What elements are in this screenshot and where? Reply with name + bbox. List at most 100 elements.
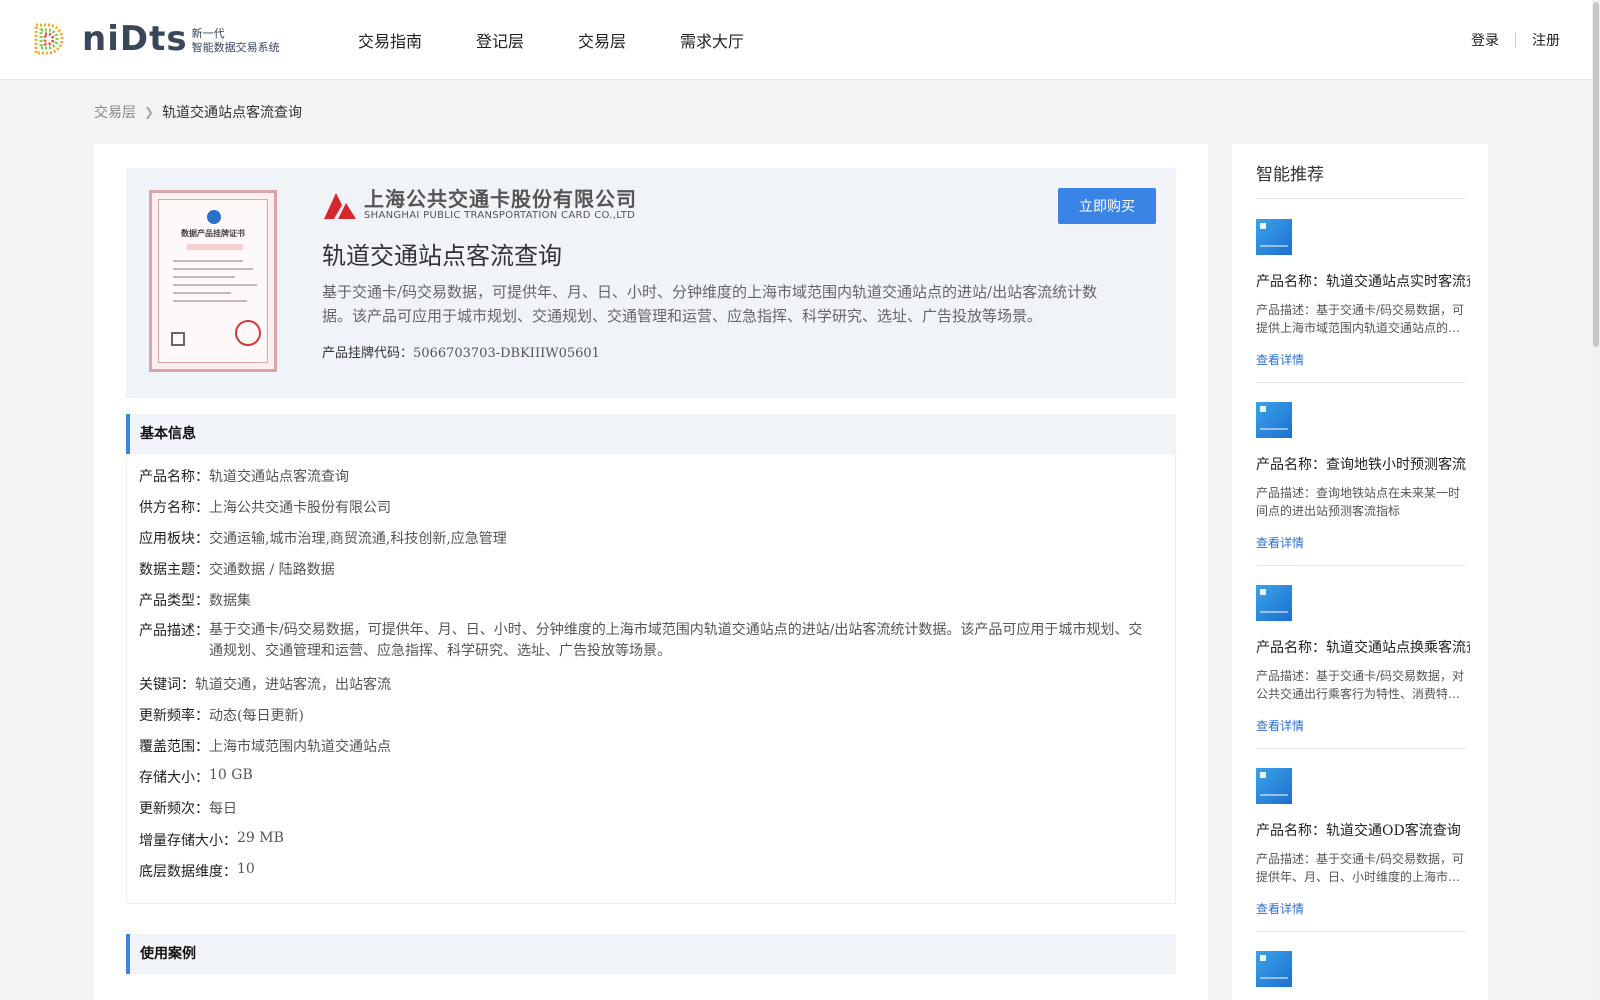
view-details-link[interactable]: 查看详情	[1256, 717, 1470, 734]
info-value: 上海市域范围内轨道交通站点	[209, 739, 391, 755]
top-header: niDts 新一代 智能数据交易系统 交易指南 登记层 交易层 需求大厅 登录 …	[0, 0, 1600, 80]
company-name-block: 上海公共交通卡股份有限公司 SHANGHAI PUBLIC TRANSPORTA…	[364, 188, 637, 222]
product-detail-card: 数据产品挂牌证书 上海公共交通卡股份有限公司 SHANGHAI PUBLIC T…	[94, 144, 1208, 1000]
page-scrollbar[interactable]	[1592, 0, 1600, 1000]
info-value: 上海公共交通卡股份有限公司	[209, 500, 391, 516]
sidebar-title: 智能推荐	[1256, 165, 1324, 185]
recommendation-description: 产品描述：基于交通卡/码交易数据，可提供上海市域范围内轨道交通站点的实时客流数据	[1256, 303, 1465, 335]
info-value: 每日	[209, 801, 237, 817]
certificate-title: 数据产品挂牌证书	[181, 229, 245, 238]
breadcrumb-root[interactable]: 交易层	[94, 102, 136, 122]
info-row-sector: 应用板块： 交通运输,城市治理,商贸流通,科技创新,应急管理	[139, 528, 507, 548]
certificate-logo-icon	[207, 210, 221, 224]
product-thumbnail-icon[interactable]	[1256, 402, 1292, 438]
info-label: 产品名称：	[139, 469, 209, 485]
recommendation-item[interactable]	[1256, 951, 1470, 987]
login-link[interactable]: 登录	[1471, 30, 1499, 50]
info-label: 产品类型：	[139, 593, 209, 609]
recommendation-item[interactable]: 产品名称：轨道交通站点换乘客流查询 产品描述：基于交通卡/码交易数据，对公共交通…	[1256, 585, 1470, 734]
product-thumbnail-icon[interactable]	[1256, 768, 1292, 804]
product-thumbnail-icon[interactable]	[1256, 951, 1292, 987]
info-row-data-topic: 数据主题： 交通数据 / 陆路数据	[139, 559, 335, 579]
logo-mark-icon	[30, 19, 70, 59]
certificate-line	[173, 260, 243, 262]
nav-item-trade-guide[interactable]: 交易指南	[358, 28, 422, 52]
sidebar-divider	[1256, 382, 1466, 383]
info-row-dimensions: 底层数据维度： 10	[139, 861, 255, 881]
product-thumbnail-icon[interactable]	[1256, 219, 1292, 255]
sidebar-divider	[1256, 748, 1466, 749]
info-row-product-name: 产品名称： 轨道交通站点客流查询	[139, 466, 349, 486]
scrollbar-thumb[interactable]	[1593, 2, 1599, 347]
listing-code-label: 产品挂牌代码：	[322, 346, 414, 361]
certificate-line	[173, 284, 257, 286]
register-link[interactable]: 注册	[1532, 30, 1560, 50]
certificate-line	[173, 300, 247, 302]
info-label: 数据主题：	[139, 562, 209, 578]
certificate-image[interactable]: 数据产品挂牌证书	[149, 190, 277, 372]
certificate-subtitle-bar	[187, 244, 243, 250]
seal-icon	[235, 320, 261, 346]
view-details-link[interactable]: 查看详情	[1256, 900, 1470, 917]
product-thumbnail-icon[interactable]	[1256, 585, 1292, 621]
sidebar-divider	[1256, 565, 1466, 566]
sidebar-divider	[1256, 931, 1466, 932]
info-row-keywords: 关键词： 轨道交通，进站客流，出站客流	[139, 674, 391, 694]
basic-info-heading: 基本信息	[126, 414, 1176, 454]
info-row-description: 产品描述： 基于交通卡/码交易数据，可提供年、月、日、小时、分钟维度的上海市域范围…	[139, 620, 1144, 662]
view-details-link[interactable]: 查看详情	[1256, 534, 1470, 551]
product-description: 基于交通卡/码交易数据，可提供年、月、日、小时、分钟维度的上海市域范围内轨道交通…	[322, 283, 1098, 325]
info-label: 关键词：	[139, 677, 195, 693]
sidebar-divider	[1256, 198, 1466, 199]
recommendation-name[interactable]: 产品名称：轨道交通站点换乘客流查询	[1256, 637, 1470, 657]
recommendation-item[interactable]: 产品名称：查询地铁小时预测客流 产品描述：查询地铁站点在未来某一时间点的进出站预…	[1256, 402, 1470, 551]
info-value: 动态(每日更新)	[209, 708, 304, 724]
recommendation-name[interactable]: 产品名称：轨道交通OD客流查询	[1256, 820, 1470, 840]
info-label: 更新频次：	[139, 801, 209, 817]
basic-info-panel: 产品名称： 轨道交通站点客流查询 供方名称： 上海公共交通卡股份有限公司 应用板块：…	[126, 454, 1176, 904]
certificate-line	[173, 292, 231, 294]
view-details-link[interactable]: 查看详情	[1256, 351, 1470, 368]
info-label: 更新频率：	[139, 708, 209, 724]
nav-item-registration-layer[interactable]: 登记层	[476, 28, 524, 52]
recommendation-name[interactable]: 产品名称：查询地铁小时预测客流	[1256, 454, 1470, 474]
info-label: 供方名称：	[139, 500, 209, 516]
logo-wordmark: niDts	[82, 19, 188, 59]
nav-item-trading-layer[interactable]: 交易层	[578, 28, 626, 52]
company-logo: 上海公共交通卡股份有限公司 SHANGHAI PUBLIC TRANSPORTA…	[322, 188, 637, 222]
info-label: 应用板块：	[139, 531, 209, 547]
info-value: 10	[237, 861, 255, 877]
auth-divider	[1515, 33, 1516, 47]
recommendation-sidebar: 智能推荐 产品名称：轨道交通站点实时客流查询 产品描述：基于交通卡/码交易数据，…	[1232, 144, 1488, 1000]
auth-links: 登录 注册	[1471, 0, 1560, 80]
company-mark-icon	[322, 189, 358, 221]
main-nav: 交易指南 登记层 交易层 需求大厅	[358, 0, 798, 80]
logo-tagline-line1: 新一代	[191, 27, 225, 40]
company-name-en: SHANGHAI PUBLIC TRANSPORTATION CARD CO.,…	[364, 210, 636, 221]
product-title: 轨道交通站点客流查询	[322, 242, 562, 270]
info-row-product-type: 产品类型： 数据集	[139, 590, 251, 610]
info-row-update-frequency: 更新频率： 动态(每日更新)	[139, 705, 304, 725]
recommendation-description: 产品描述：基于交通卡/码交易数据，可提供年、月、日、小时维度的上海市域范围内轨道…	[1256, 852, 1465, 884]
recommendation-item[interactable]: 产品名称：轨道交通站点实时客流查询 产品描述：基于交通卡/码交易数据，可提供上海…	[1256, 219, 1470, 368]
listing-code: 产品挂牌代码：5066703703-DBKIIIW05601	[322, 342, 600, 361]
info-value: 基于交通卡/码交易数据，可提供年、月、日、小时、分钟维度的上海市域范围内轨道交通…	[209, 622, 1143, 659]
certificate-frame: 数据产品挂牌证书	[158, 199, 268, 363]
product-hero: 数据产品挂牌证书 上海公共交通卡股份有限公司 SHANGHAI PUBLIC T…	[126, 168, 1176, 398]
info-label: 增量存储大小：	[139, 833, 237, 849]
info-value: 轨道交通站点客流查询	[209, 469, 349, 485]
buy-now-button[interactable]: 立即购买	[1058, 188, 1156, 224]
site-logo[interactable]: niDts 新一代 智能数据交易系统	[30, 18, 280, 60]
recommendation-name[interactable]: 产品名称：轨道交通站点实时客流查询	[1256, 271, 1470, 291]
info-label: 底层数据维度：	[139, 864, 237, 880]
info-value: 数据集	[209, 593, 251, 609]
info-row-storage-size: 存储大小： 10 GB	[139, 767, 253, 787]
info-row-coverage: 覆盖范围： 上海市域范围内轨道交通站点	[139, 736, 391, 756]
recommendation-item[interactable]: 产品名称：轨道交通OD客流查询 产品描述：基于交通卡/码交易数据，可提供年、月、…	[1256, 768, 1470, 917]
info-value: 10 GB	[209, 767, 253, 783]
info-row-incremental-size: 增量存储大小： 29 MB	[139, 830, 284, 850]
listing-code-value: 5066703703-DBKIIIW05601	[413, 346, 600, 361]
nav-item-demand-hall[interactable]: 需求大厅	[680, 28, 744, 52]
logo-tagline: 新一代 智能数据交易系统	[192, 23, 280, 55]
info-value: 29 MB	[237, 830, 284, 846]
